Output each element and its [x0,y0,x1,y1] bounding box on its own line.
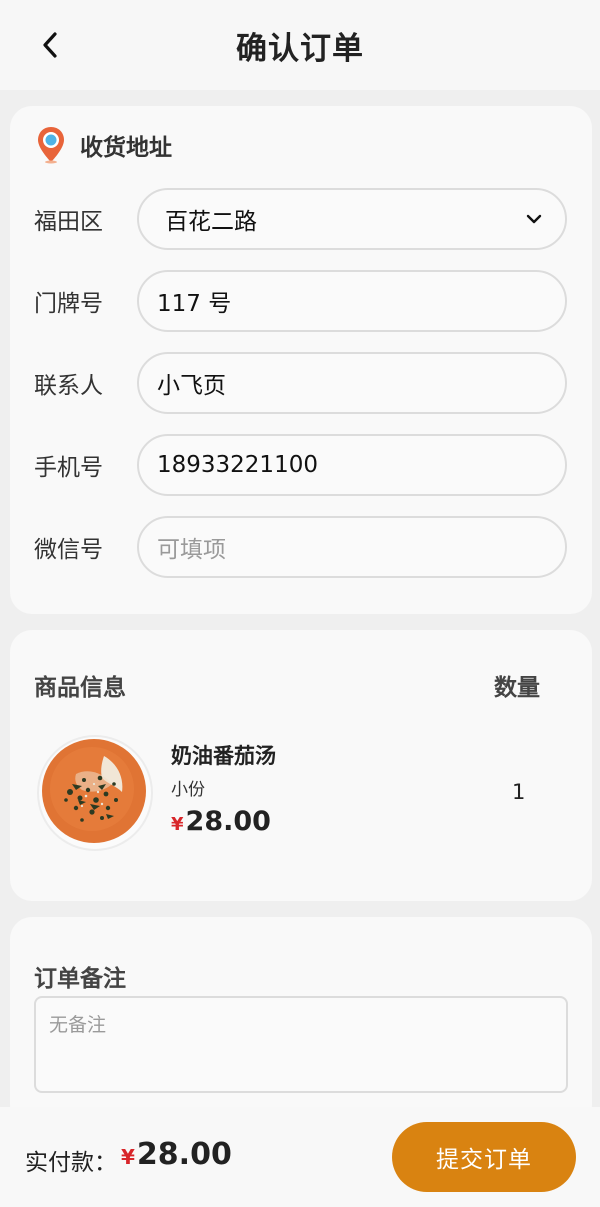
street-select[interactable]: 百花二路 [137,188,567,250]
currency-symbol: ¥ [171,814,184,835]
address-title: 收货地址 [80,135,172,161]
location-pin-icon [38,127,64,164]
phone-value: 18933221100 [157,452,318,478]
phone-row: 手机号 18933221100 [10,434,592,496]
dish-size: 小份 [171,780,205,800]
soup-image [37,735,153,851]
total-currency-symbol: ¥ [121,1145,135,1169]
house-number-label: 门牌号 [34,291,103,317]
total-price: ¥ 28.00 [121,1137,232,1172]
house-number-row: 门牌号 117 号 [10,270,592,332]
house-number-value: 117 号 [157,291,232,317]
page-title: 确认订单 [236,30,364,67]
house-number-field[interactable]: 117 号 [137,270,567,332]
goods-card: 商品信息 数量 奶油番茄汤 小份 ¥ 28.00 1 [10,630,592,901]
address-card: 收货地址 福田区 百花二路 门牌号 117 号 联系人 小飞页 手机号 1893… [10,106,592,614]
wechat-field[interactable]: 可填项 [137,516,567,578]
quantity-header: 数量 [494,675,540,701]
back-button[interactable] [30,25,70,65]
chevron-down-icon [526,214,542,224]
total-price-value: 28.00 [136,1137,232,1172]
dish-name: 奶油番茄汤 [171,744,276,768]
top-bar: 确认订单 [0,0,600,90]
note-card: 订单备注 无备注 [10,917,592,1127]
district-row: 福田区 百花二路 [10,188,592,250]
street-value: 百花二路 [165,209,257,235]
dish-price: ¥ 28.00 [171,806,271,837]
wechat-row: 微信号 可填项 [10,516,592,578]
contact-value: 小飞页 [157,373,226,399]
contact-label: 联系人 [34,373,103,399]
checkout-bar: 实付款： ¥ 28.00 提交订单 [0,1107,600,1207]
back-arrow-icon [43,32,57,58]
note-title: 订单备注 [34,966,126,992]
note-textarea[interactable]: 无备注 [34,996,568,1093]
address-header: 收货地址 [36,126,172,164]
contact-field[interactable]: 小飞页 [137,352,567,414]
dish-quantity: 1 [512,780,526,804]
wechat-placeholder: 可填项 [157,537,226,563]
pay-label: 实付款： [25,1150,117,1176]
contact-row: 联系人 小飞页 [10,352,592,414]
submit-order-button[interactable]: 提交订单 [392,1122,576,1192]
note-placeholder: 无备注 [49,1014,107,1036]
phone-label: 手机号 [34,455,103,481]
phone-field[interactable]: 18933221100 [137,434,567,496]
goods-title: 商品信息 [34,675,126,701]
dish-price-value: 28.00 [185,806,271,837]
wechat-label: 微信号 [34,537,103,563]
district-label: 福田区 [34,209,103,235]
